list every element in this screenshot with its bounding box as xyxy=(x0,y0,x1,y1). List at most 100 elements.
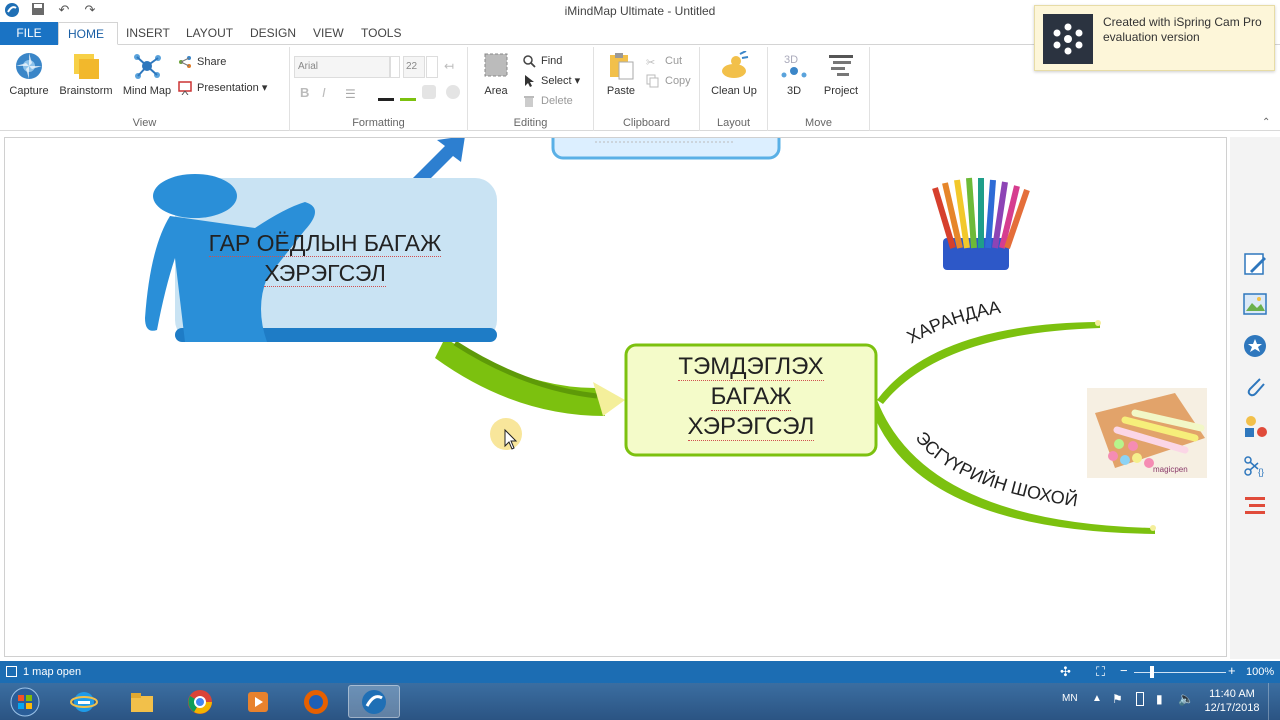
top-partial-node[interactable] xyxy=(551,138,781,160)
notice-line-2: evaluation version xyxy=(1103,30,1200,44)
blue-arrow-branch[interactable] xyxy=(413,138,465,184)
font-size-field[interactable]: 22 xyxy=(403,56,425,78)
cleanup-button[interactable]: Clean Up xyxy=(708,51,760,97)
style-button[interactable] xyxy=(446,85,460,99)
windows-logo-icon xyxy=(10,687,40,716)
clock[interactable]: 11:40 AM 12/17/2018 xyxy=(1203,687,1261,715)
copy-button[interactable]: Copy xyxy=(646,72,691,90)
settings-icon[interactable]: ✣ xyxy=(1060,664,1071,680)
presentation-icon xyxy=(178,81,192,95)
font-dropdown-arrow[interactable] xyxy=(390,56,400,78)
3d-icon: 3D xyxy=(781,54,807,78)
find-button[interactable]: Find xyxy=(522,52,562,70)
show-desktop-button[interactable] xyxy=(1268,683,1280,720)
left-node-text[interactable]: ГАР ОЁДЛЫН БАГАЖ ХЭРЭГСЭЛ xyxy=(175,228,475,288)
search-icon xyxy=(523,55,536,68)
windows-taskbar: MN ▲ ⚑ ▮ 🔈 11:40 AM 12/17/2018 xyxy=(0,683,1280,720)
scissors-code-icon[interactable]: {} xyxy=(1242,453,1268,479)
internet-explorer-icon xyxy=(70,691,98,712)
notes-pencil-icon[interactable] xyxy=(1242,251,1268,277)
map-doc-icon xyxy=(6,666,17,677)
copy-icon xyxy=(646,74,659,88)
right-tool-panel: {} xyxy=(1230,137,1280,659)
italic-button[interactable]: I xyxy=(322,85,326,100)
cleanup-icon xyxy=(722,51,749,78)
tab-file[interactable]: FILE xyxy=(0,22,58,45)
scissors-icon: ✂ xyxy=(646,57,656,69)
chalk-box-image[interactable]: magicpen xyxy=(1087,388,1207,478)
maps-open-label: 1 map open xyxy=(23,666,82,678)
align-icon[interactable]: ☰ xyxy=(345,87,359,101)
zoom-level: 100% xyxy=(1246,666,1275,678)
tab-home[interactable]: HOME xyxy=(58,22,118,45)
delete-button[interactable]: Delete xyxy=(522,92,573,110)
chalk-brand-text: magicpen xyxy=(1153,465,1188,474)
select-button[interactable]: Select ▾ xyxy=(522,72,580,90)
imindmap-icon xyxy=(362,689,386,714)
presentation-button[interactable]: Presentation ▾ xyxy=(178,79,267,97)
start-button[interactable] xyxy=(2,685,48,718)
volume-icon[interactable]: 🔈 xyxy=(1178,691,1194,707)
mindmap-canvas[interactable]: magicpen ХАРАНДАА ЭСГҮҮРИЙН ШОХОЙ ГАР ОЁ… xyxy=(4,137,1227,657)
star-icon[interactable] xyxy=(1242,333,1268,359)
cut-button[interactable]: ✂ Cut xyxy=(646,52,682,70)
brainstorm-button[interactable]: Brainstorm xyxy=(54,51,118,97)
editing-group: Area Find Select ▾ Delete Editing xyxy=(468,47,594,131)
zoom-out-button[interactable]: − xyxy=(1120,663,1128,678)
zoom-in-button[interactable]: + xyxy=(1228,663,1236,678)
tab-tools[interactable]: TOOLS xyxy=(352,22,410,45)
shapes-icon[interactable] xyxy=(1242,413,1268,439)
action-center-flag-icon[interactable]: ⚑ xyxy=(1112,692,1123,706)
formatting-group: Arial 22 ↤ B I ☰ Formatting xyxy=(290,47,468,131)
taskbar-imindmap[interactable] xyxy=(348,685,400,718)
zoom-slider-track[interactable] xyxy=(1134,672,1226,673)
image-icon[interactable] xyxy=(1242,291,1268,317)
media-player-icon xyxy=(248,691,268,712)
font-color-button[interactable] xyxy=(378,87,394,101)
branch-bottom-label[interactable]: ЭСГҮҮРИЙН ШОХОЙ xyxy=(912,428,1080,511)
project-gantt-icon xyxy=(829,55,853,76)
tab-design[interactable]: DESIGN xyxy=(241,22,305,45)
font-name-field[interactable]: Arial xyxy=(294,56,390,78)
network-signal-icon[interactable]: ▮ xyxy=(1156,692,1163,706)
cursor-icon xyxy=(525,75,534,87)
mindmap-button[interactable]: Mind Map xyxy=(119,51,175,97)
capture-button[interactable]: Capture xyxy=(6,51,52,97)
clipboard-group: Paste ✂ Cut Copy Clipboard xyxy=(594,47,700,131)
language-indicator[interactable]: MN xyxy=(1062,693,1078,704)
font-size-dropdown[interactable] xyxy=(426,56,438,78)
evaluation-notice: Created with iSpring Cam Pro evaluation … xyxy=(1034,5,1275,71)
3d-button[interactable]: 3D 3D xyxy=(776,51,812,97)
clear-format-icon[interactable]: ↤ xyxy=(444,59,460,75)
highlight-color-button[interactable] xyxy=(400,87,416,101)
taskbar-explorer[interactable] xyxy=(116,685,168,718)
show-hidden-icons[interactable]: ▲ xyxy=(1092,693,1102,704)
tab-view[interactable]: VIEW xyxy=(304,22,353,45)
bold-button[interactable]: B xyxy=(300,85,309,100)
taskbar-firefox[interactable] xyxy=(290,685,342,718)
status-bar: 1 map open ✣ ⛶ − + 100% xyxy=(0,661,1280,683)
paste-button[interactable]: Paste xyxy=(602,51,640,97)
fit-screen-icon[interactable]: ⛶ xyxy=(1096,664,1105,680)
collapse-ribbon-icon[interactable]: ⌃ xyxy=(1262,117,1270,128)
central-node-text[interactable]: ТЭМДЭГЛЭХ БАГАЖ ХЭРЭГСЭЛ xyxy=(626,352,876,442)
shape-fill-button[interactable] xyxy=(422,85,436,99)
pencils-image[interactable] xyxy=(932,177,1030,270)
battery-icon[interactable] xyxy=(1136,692,1144,706)
outline-list-icon[interactable] xyxy=(1242,493,1268,519)
tab-insert[interactable]: INSERT xyxy=(117,22,179,45)
project-button[interactable]: Project xyxy=(820,51,862,97)
area-button[interactable]: Area xyxy=(480,51,512,97)
tab-layout[interactable]: LAYOUT xyxy=(177,22,242,45)
layout-group: Clean Up Layout xyxy=(700,47,768,131)
taskbar-ie[interactable] xyxy=(58,685,110,718)
taskbar-chrome[interactable] xyxy=(174,685,226,718)
notice-line-1: Created with iSpring Cam Pro xyxy=(1103,15,1262,29)
share-button[interactable]: Share xyxy=(178,53,226,71)
paperclip-icon[interactable] xyxy=(1242,373,1268,399)
taskbar-media-player[interactable] xyxy=(232,685,284,718)
share-icon xyxy=(179,56,191,68)
capture-icon xyxy=(16,53,42,79)
3d-icon-text: 3D xyxy=(784,54,798,66)
zoom-slider-thumb[interactable] xyxy=(1150,666,1154,678)
